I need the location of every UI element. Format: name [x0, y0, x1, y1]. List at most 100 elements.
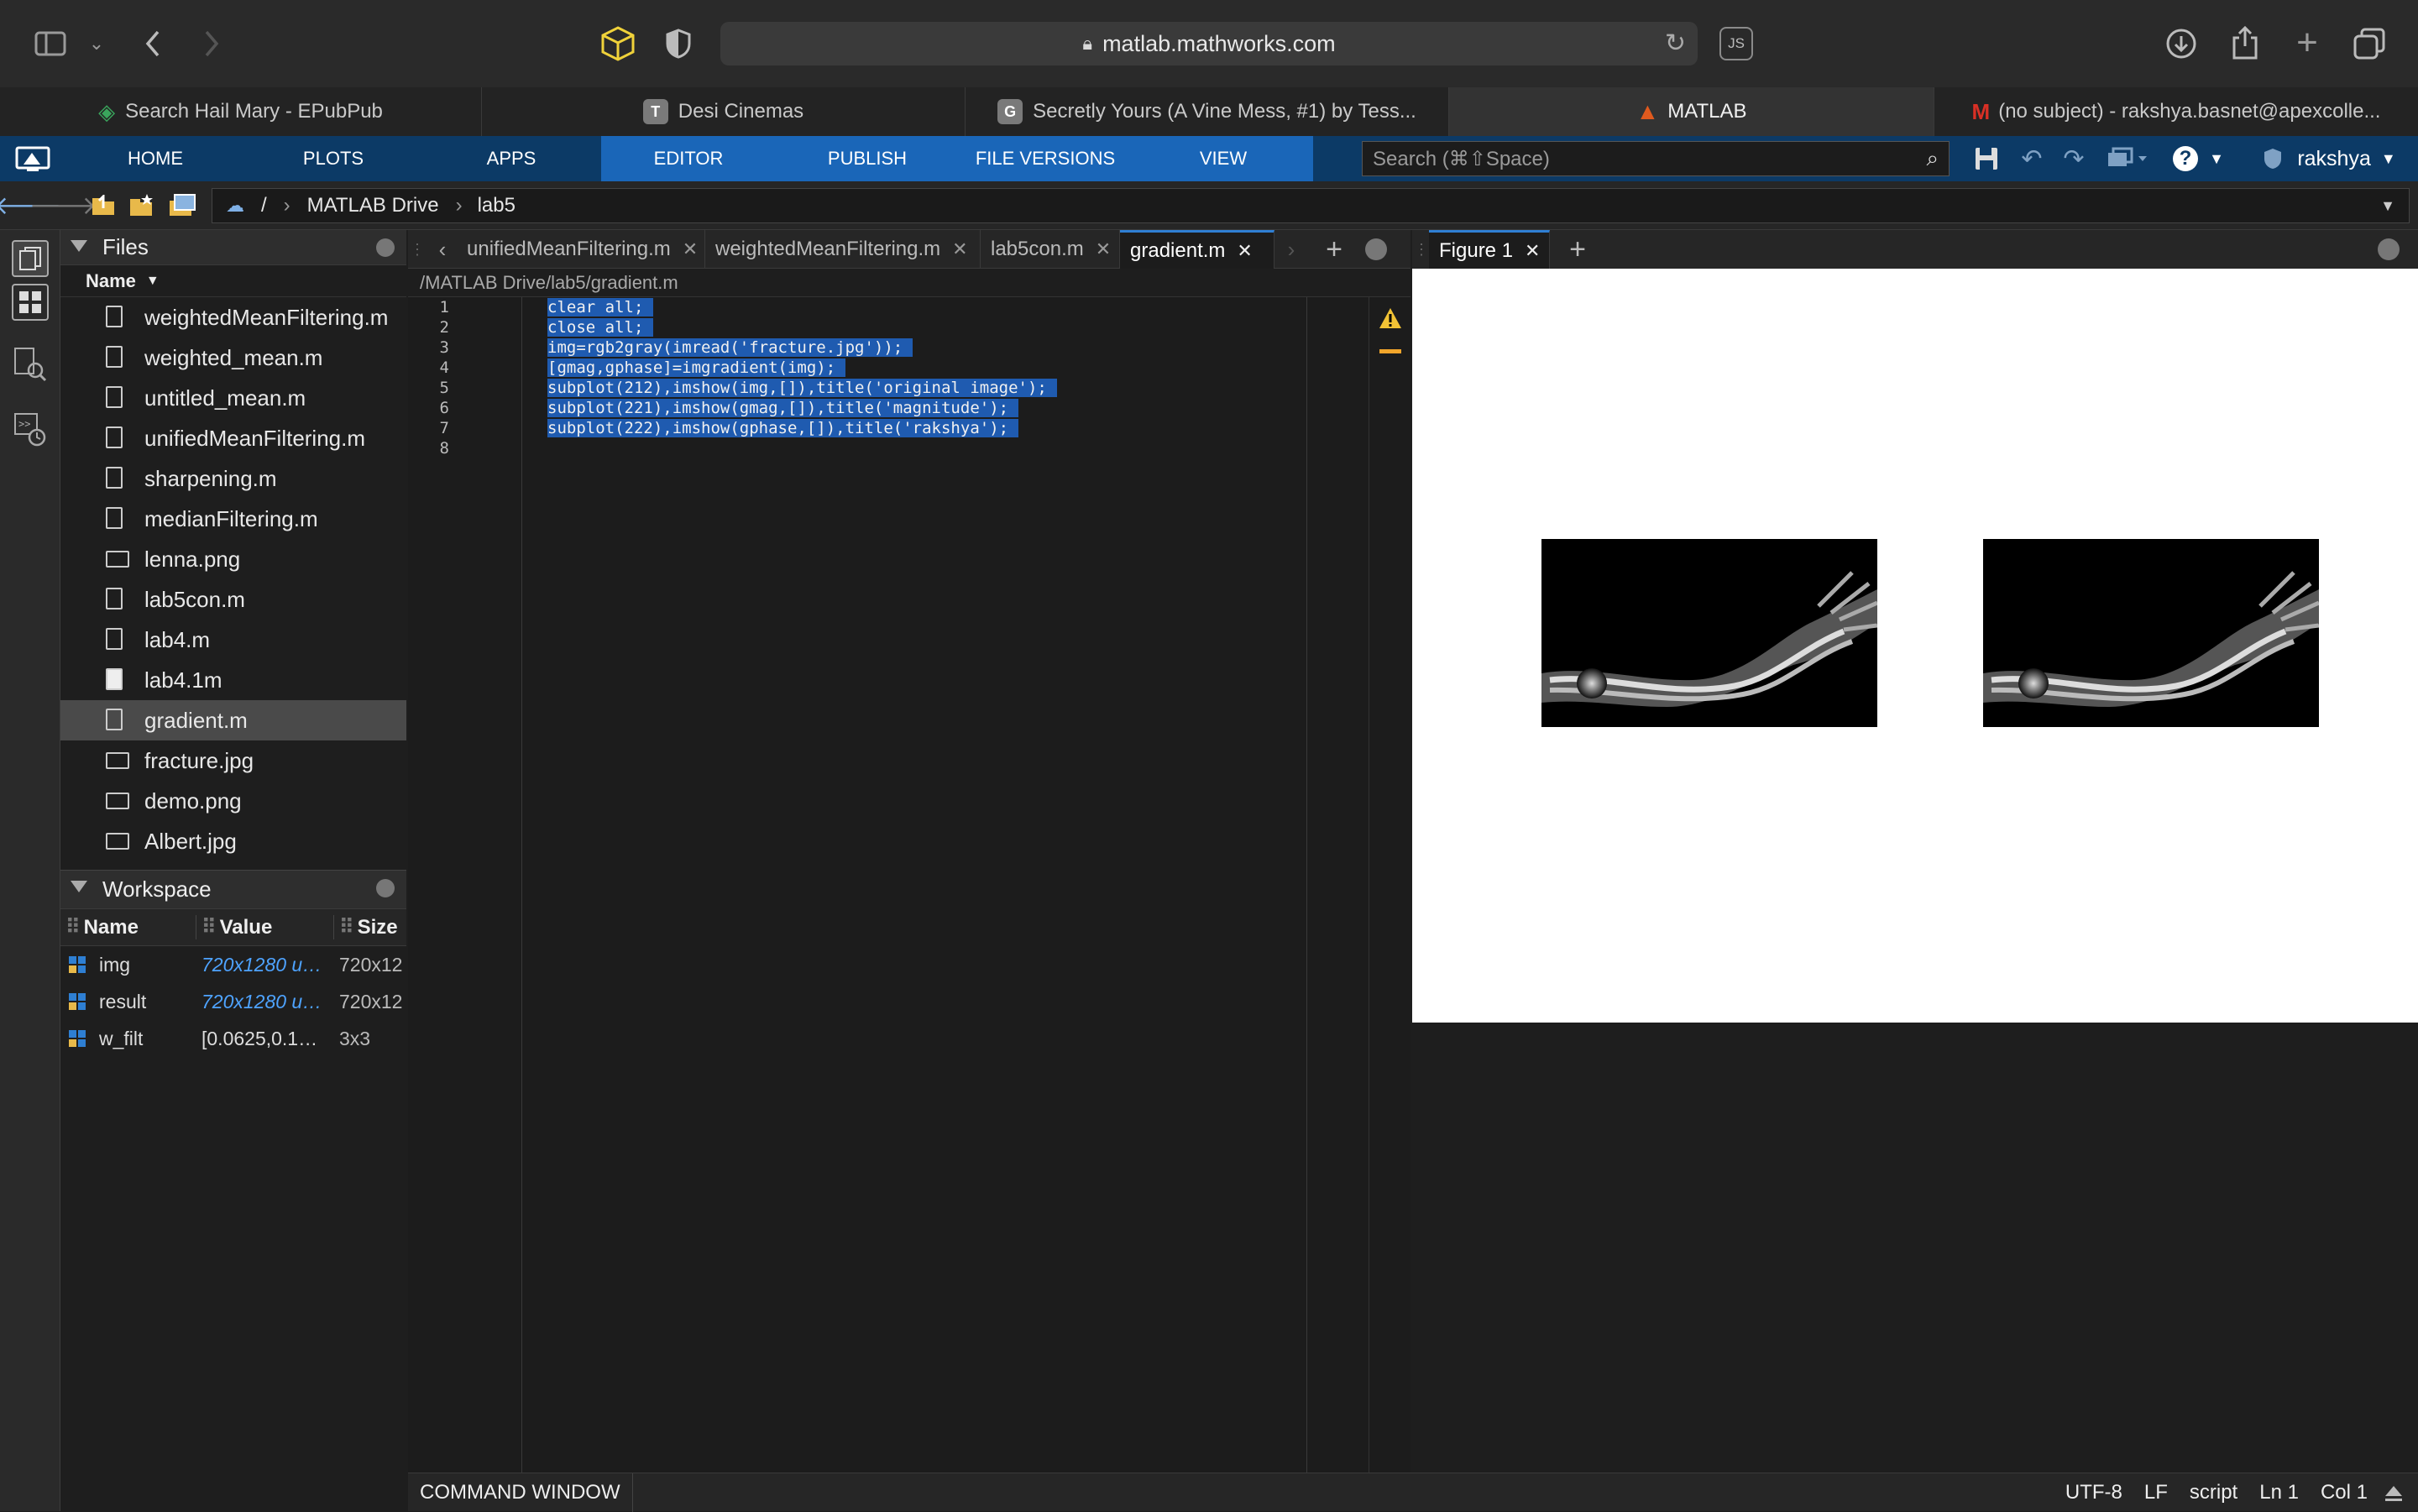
code-line[interactable]: [gmag,gphase]=imgradient(img);	[547, 358, 1057, 378]
tab-overview-icon[interactable]	[2351, 25, 2388, 62]
sidebar-toggle-icon[interactable]	[32, 25, 69, 62]
save-icon[interactable]	[1971, 143, 2002, 175]
file-row[interactable]: lenna.png	[60, 539, 406, 579]
layout-icon[interactable]	[2104, 143, 2151, 175]
ws-var-value[interactable]: 720x1280 u…	[196, 954, 334, 976]
editor-tab-weightedmeanfiltering[interactable]: weightedMeanFiltering.m ✕	[705, 230, 981, 269]
editor-menu-icon[interactable]	[1365, 238, 1387, 260]
file-row[interactable]: Albert.jpg	[60, 821, 406, 861]
new-folder-icon[interactable]	[128, 191, 156, 220]
close-icon[interactable]: ✕	[683, 238, 698, 260]
browser-tab-goodreads[interactable]: G Secretly Yours (A Vine Mess, #1) by Te…	[966, 87, 1449, 136]
tab-view[interactable]: VIEW	[1192, 136, 1254, 181]
browser-tab-gmail[interactable]: M (no subject) - rakshya.basnet@apexcoll…	[1934, 87, 2418, 136]
file-row[interactable]: lab4.m	[60, 620, 406, 660]
expand-panel-icon[interactable]	[2381, 1480, 2406, 1505]
browser-tab-desi-cinemas[interactable]: T Desi Cinemas	[482, 87, 966, 136]
file-row[interactable]: sharpening.m	[60, 458, 406, 499]
browser-tab-matlab[interactable]: ▲ MATLAB	[1449, 87, 1934, 136]
matlab-online-icon[interactable]	[13, 143, 52, 175]
file-row[interactable]: unifiedMeanFiltering.m	[60, 418, 406, 458]
code-editor[interactable]: 1234 5 6 7 8 clear all; close all; img=rgb2gra…	[408, 297, 1410, 1473]
figure-1-tab[interactable]: Figure 1 ✕	[1429, 230, 1550, 269]
code-area[interactable]: clear all; close all; img=rgb2gray(imread(…	[547, 297, 1057, 458]
user-shield-icon[interactable]	[2260, 143, 2285, 175]
ws-col-name[interactable]: ⠿ Name	[60, 915, 196, 939]
files-panel-header[interactable]: Files	[60, 230, 406, 265]
path-matlab-drive[interactable]: MATLAB Drive	[307, 194, 439, 217]
workspace-panel-icon[interactable]	[12, 284, 49, 321]
workspace-panel-header[interactable]: Workspace	[60, 871, 406, 909]
address-bar[interactable]: 🔒︎ matlab.mathworks.com ↻	[720, 22, 1698, 65]
scroll-tabs-right-icon[interactable]: ›	[1280, 235, 1303, 264]
file-row[interactable]: weighted_mean.m	[60, 337, 406, 378]
browse-folder-icon[interactable]	[166, 190, 198, 222]
tab-editor[interactable]: EDITOR	[646, 136, 730, 181]
warning-icon[interactable]	[1378, 306, 1403, 331]
help-dropdown-icon[interactable]: ▼	[2206, 143, 2227, 175]
file-row[interactable]: demo.png	[60, 781, 406, 821]
help-icon[interactable]: ?	[2171, 143, 2200, 175]
path-lab5[interactable]: lab5	[478, 194, 516, 217]
file-row[interactable]: medianFiltering.m	[60, 499, 406, 539]
browser-tab-epubpub[interactable]: ◈ Search Hail Mary - EPubPub	[0, 87, 482, 136]
back-icon[interactable]	[136, 25, 170, 62]
code-line[interactable]	[547, 438, 1057, 458]
editor-tab-unifiedmeanfiltering[interactable]: unifiedMeanFiltering.m ✕	[457, 230, 705, 269]
redo-icon[interactable]: ↷	[2059, 143, 2089, 175]
reload-icon[interactable]: ↻	[1665, 29, 1686, 58]
workspace-row[interactable]: img 720x1280 u… 720x12	[60, 946, 406, 983]
gradient-magnitude-image[interactable]	[1541, 539, 1877, 727]
file-row[interactable]: lab4.1m	[60, 660, 406, 700]
search-icon[interactable]: ⌕	[1926, 145, 1939, 172]
figure-menu-icon[interactable]	[2378, 238, 2400, 260]
js-button[interactable]: JS	[1719, 27, 1753, 60]
file-row[interactable]: weightedMeanFiltering.m	[60, 297, 406, 337]
collapse-triangle-icon[interactable]	[71, 881, 87, 892]
editor-tab-lab5con[interactable]: lab5con.m ✕	[981, 230, 1120, 269]
close-icon[interactable]: ✕	[1096, 238, 1111, 260]
shield-icon[interactable]	[660, 25, 697, 62]
files-panel-icon[interactable]	[12, 240, 49, 277]
ws-col-size[interactable]: ⠿ Size	[334, 915, 406, 939]
tab-publish[interactable]: PUBLISH	[819, 136, 915, 181]
workspace-row[interactable]: result 720x1280 u… 720x12	[60, 983, 406, 1020]
extension-cube-icon[interactable]	[598, 24, 638, 64]
forward-arrow-icon[interactable]: 🡒	[29, 191, 97, 220]
new-file-tab-icon[interactable]: +	[1320, 233, 1348, 265]
code-line[interactable]: subplot(222),imshow(gphase,[]),title('ra…	[547, 418, 1057, 438]
user-menu[interactable]: rakshya ▼	[2297, 136, 2395, 181]
file-row[interactable]: gradient.m	[60, 700, 406, 740]
gradient-direction-image[interactable]	[1983, 539, 2319, 727]
new-tab-icon[interactable]: +	[2289, 22, 2326, 63]
chevron-down-icon[interactable]: ⌄	[84, 29, 109, 59]
share-icon[interactable]	[2227, 24, 2264, 62]
tab-plots[interactable]: PLOTS	[285, 136, 381, 181]
close-icon[interactable]: ✕	[952, 238, 967, 260]
chevron-down-icon[interactable]: ▼	[2380, 197, 2395, 215]
forward-icon[interactable]	[195, 25, 228, 62]
undo-icon[interactable]: ↶	[2017, 143, 2047, 175]
close-icon[interactable]: ✕	[1525, 240, 1540, 262]
new-figure-icon[interactable]: +	[1563, 233, 1592, 265]
path-root[interactable]: /	[261, 194, 267, 217]
ws-col-value[interactable]: ⠿ Value	[196, 915, 334, 939]
tab-home[interactable]: HOME	[109, 136, 202, 181]
download-icon[interactable]	[2163, 25, 2200, 62]
code-line[interactable]: subplot(221),imshow(gmag,[]),title('magn…	[547, 398, 1057, 418]
command-window-toggle[interactable]: COMMAND WINDOW	[408, 1473, 633, 1512]
collapse-triangle-icon[interactable]	[71, 240, 87, 252]
editor-tab-gradient[interactable]: gradient.m ✕	[1120, 230, 1274, 269]
command-history-icon[interactable]: >>	[10, 410, 50, 450]
ws-var-value[interactable]: 720x1280 u…	[196, 991, 334, 1013]
code-line[interactable]: subplot(212),imshow(img,[]),title('origi…	[547, 378, 1057, 398]
up-folder-icon[interactable]	[89, 191, 118, 220]
figure-1-canvas[interactable]	[1412, 269, 2418, 1023]
file-row[interactable]: fracture.jpg	[60, 740, 406, 781]
warning-marker[interactable]	[1379, 349, 1401, 353]
find-files-icon[interactable]	[10, 344, 50, 385]
search-documentation-input[interactable]: Search (⌘⇧Space) ⌕	[1362, 141, 1950, 176]
panel-menu-icon[interactable]	[376, 879, 395, 897]
tab-apps[interactable]: APPS	[467, 136, 556, 181]
close-icon[interactable]: ✕	[1237, 240, 1252, 262]
